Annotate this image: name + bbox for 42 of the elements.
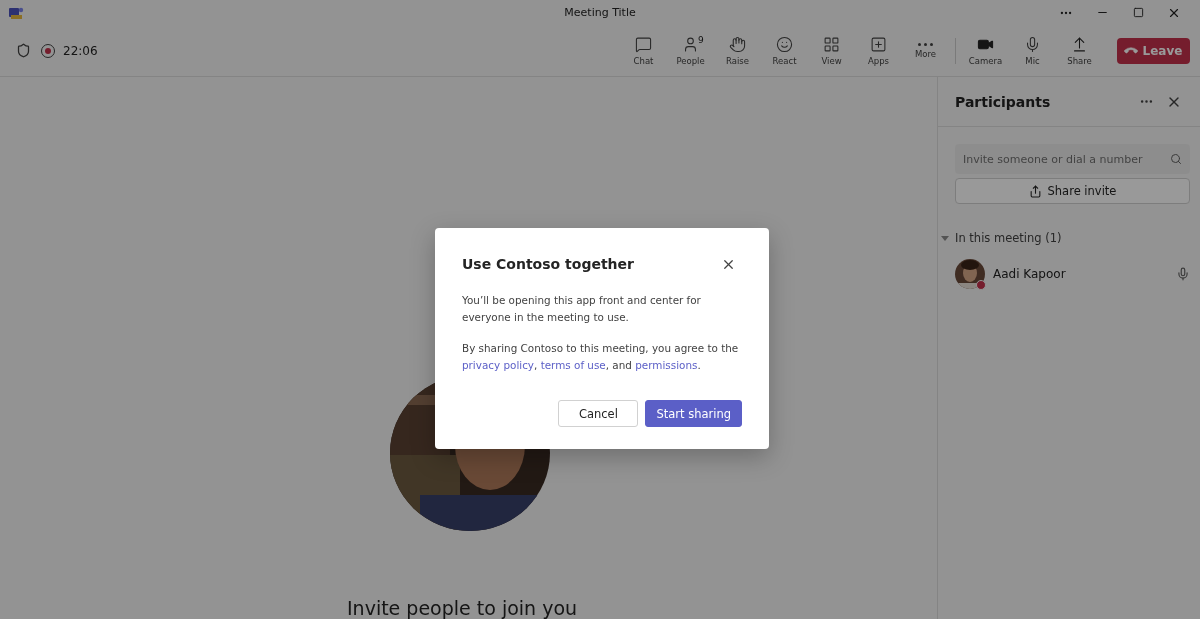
app-logo-icon — [8, 5, 24, 20]
consent-text: By sharing Contoso to this meeting, you agree to the privacy policy, terms of use, and permissions. — [462, 341, 740, 373]
microphone-icon — [1024, 35, 1041, 53]
more-button[interactable]: More — [902, 28, 949, 73]
more-icon — [918, 42, 933, 46]
raise-button[interactable]: Raise — [714, 28, 761, 73]
search-icon — [1170, 153, 1182, 165]
share-button[interactable]: Share — [1056, 28, 1103, 73]
window-title: Meeting Title — [564, 6, 636, 19]
share-invite-button[interactable]: Share invite — [955, 178, 1190, 204]
apps-button[interactable]: Apps — [855, 28, 902, 73]
dialog-description: You’ll be opening this app front and center for everyone in the meeting to use. — [462, 293, 702, 325]
plus-square-icon — [870, 35, 887, 53]
view-button[interactable]: View — [808, 28, 855, 73]
consent-link[interactable]: privacy policy — [462, 359, 535, 371]
microphone-icon — [1176, 267, 1190, 281]
secondary-button[interactable]: Cancel — [558, 400, 639, 427]
chat-bubble-icon — [635, 35, 652, 53]
person-icon — [682, 35, 699, 53]
people-count: 9 — [698, 34, 704, 45]
consent-link[interactable]: terms of use — [540, 359, 606, 371]
smiley-icon — [776, 35, 793, 53]
chat-button[interactable]: Chat — [620, 28, 667, 73]
react-button[interactable]: React — [761, 28, 808, 73]
mic-button[interactable]: Mic — [1009, 28, 1056, 73]
dialog-title: Use Contoso together — [462, 256, 634, 272]
panel-title: Participants — [955, 93, 1052, 110]
invite-message: Invite people to join you — [347, 597, 578, 619]
maximize-icon — [1132, 7, 1144, 18]
hand-icon — [729, 35, 746, 53]
leave-button[interactable]: Leave — [1117, 37, 1190, 64]
grid-icon — [823, 35, 840, 53]
shield-icon — [16, 43, 31, 58]
primary-button[interactable]: Start sharing — [645, 400, 742, 427]
presence-dot-icon — [976, 280, 986, 290]
invite-search-field[interactable]: Invite someone or dial a number — [955, 144, 1190, 174]
camera-button[interactable]: Camera — [962, 28, 1009, 73]
share-icon — [1028, 184, 1042, 198]
participant-name: Aadi Kapoor — [993, 267, 1067, 281]
people-button[interactable]: 9 People — [667, 28, 714, 73]
section-header[interactable]: In this meeting (1) — [941, 231, 1200, 245]
meeting-timer: 22:06 — [63, 43, 98, 58]
